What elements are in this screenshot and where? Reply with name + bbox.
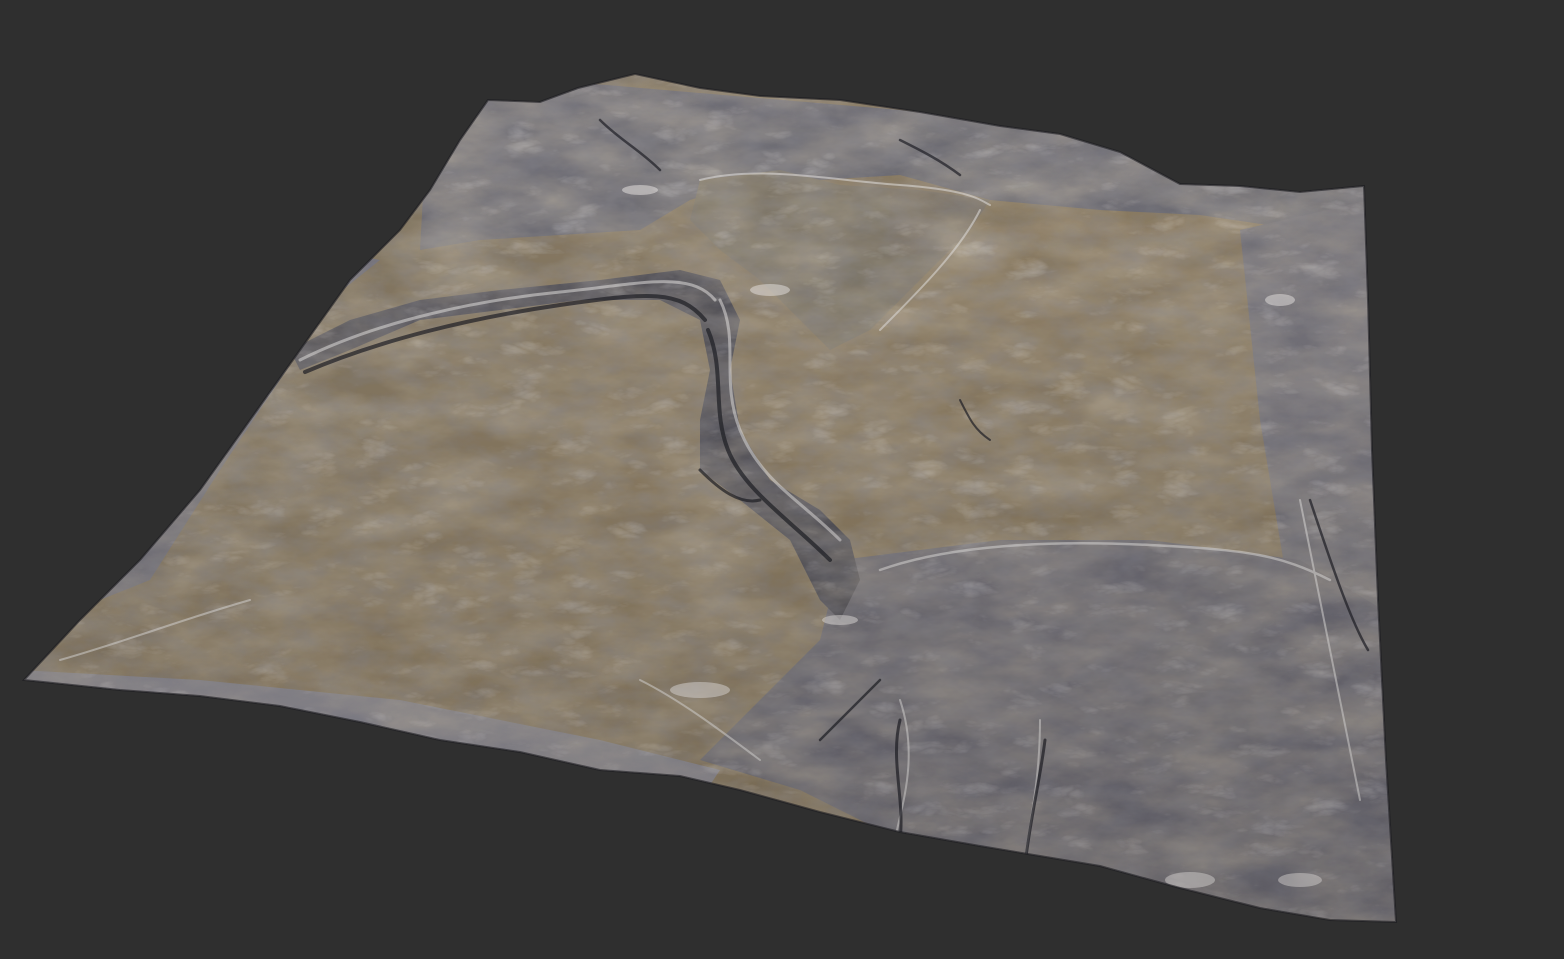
terrain-surface [24, 74, 1396, 922]
terrain-render [21, 72, 1398, 924]
3d-viewport[interactable] [0, 0, 1564, 959]
